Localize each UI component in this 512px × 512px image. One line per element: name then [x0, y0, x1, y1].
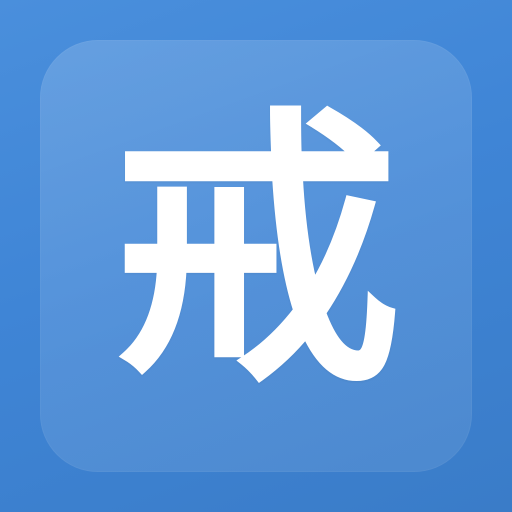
app-icon: 戒 [0, 0, 512, 512]
glyph-container: 戒 [40, 40, 472, 472]
character-glyph: 戒 [111, 85, 401, 422]
